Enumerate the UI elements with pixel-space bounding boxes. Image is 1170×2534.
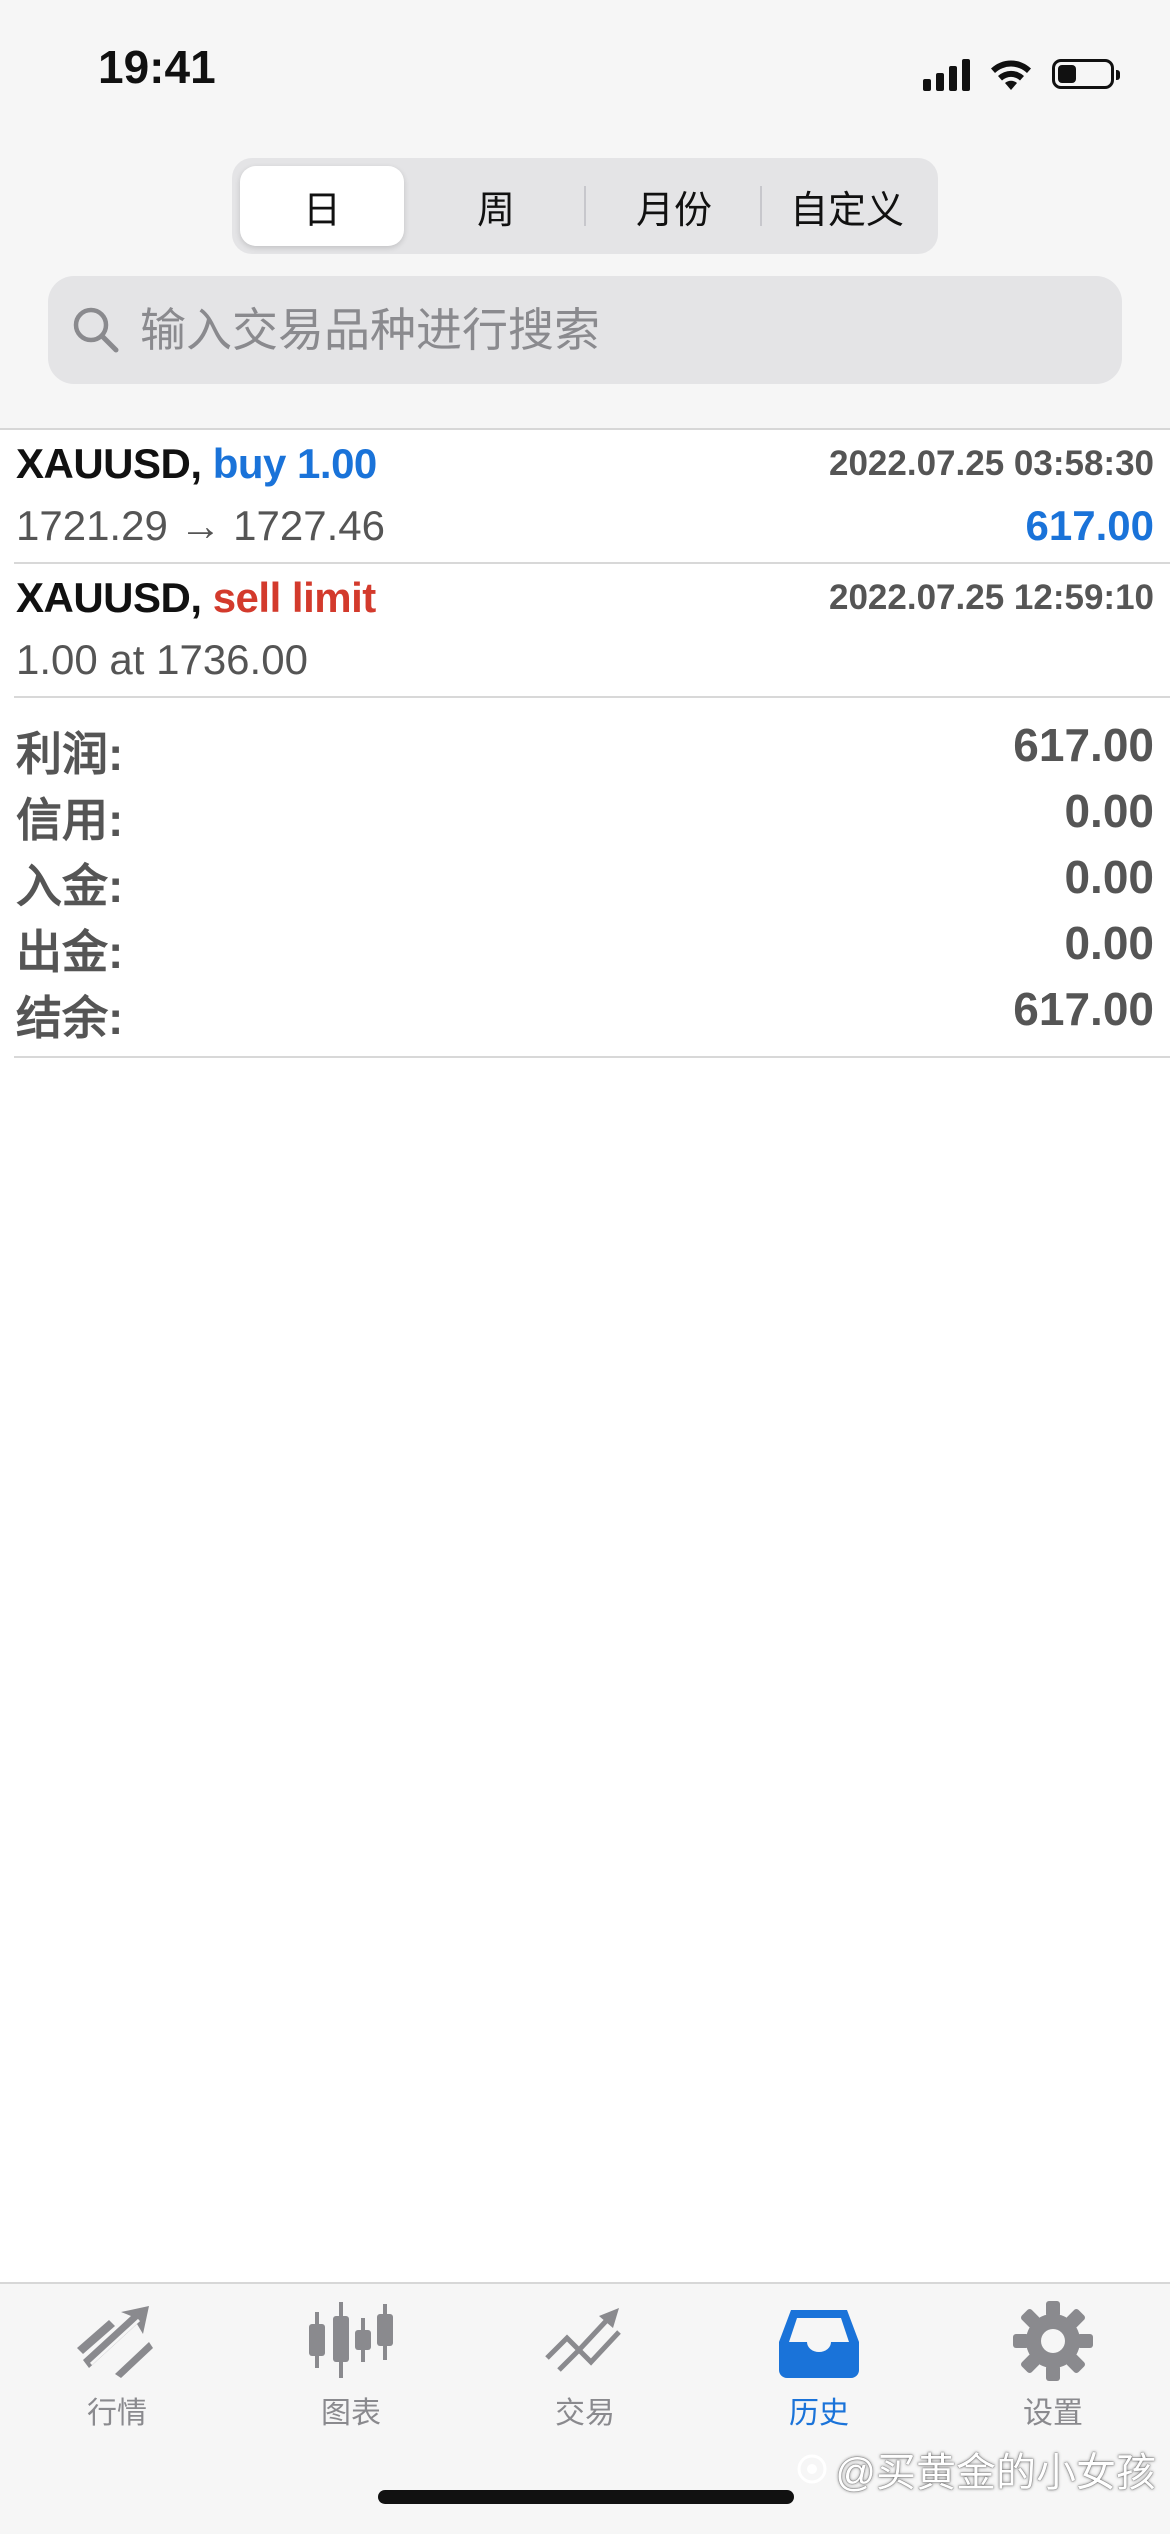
- history-icon: [779, 2310, 859, 2378]
- tab-quotes[interactable]: 行情: [0, 2298, 234, 2448]
- trade-icon: [545, 2308, 621, 2372]
- trade-side: buy 1.00: [212, 440, 378, 487]
- tab-label: 行情: [87, 2397, 147, 2430]
- summary-divider: [14, 1056, 1170, 1058]
- trade-profit: 617.00: [1025, 502, 1154, 549]
- tab-week[interactable]: 周: [412, 166, 580, 246]
- summary-label: 利润:: [16, 728, 124, 780]
- tab-day[interactable]: 日: [240, 166, 404, 246]
- trade-symbol: XAUUSD,: [16, 574, 202, 621]
- row-divider: [14, 696, 1170, 698]
- summary-value: 617.00: [1013, 983, 1154, 1035]
- summary-row-credit: 信用: 0.00: [0, 784, 1170, 850]
- summary-label: 信用:: [16, 794, 124, 846]
- summary-value: 617.00: [1013, 719, 1154, 771]
- status-time: 19:41: [98, 41, 216, 93]
- trade-symbol-line: XAUUSD, buy 1.00: [16, 440, 377, 488]
- summary-value: 0.00: [1064, 917, 1154, 969]
- trade-symbol-line: XAUUSD, sell limit: [16, 574, 376, 622]
- trade-symbol: XAUUSD,: [16, 440, 202, 487]
- trade-detail: 1.00 at 1736.00: [16, 636, 308, 683]
- trade-side: sell limit: [212, 574, 377, 621]
- summary-row-balance: 结余: 617.00: [0, 982, 1170, 1048]
- trade-detail: 1721.29 → 1727.46: [16, 502, 385, 549]
- search-icon: [73, 307, 119, 353]
- wifi-icon: [991, 60, 1031, 90]
- summary-label: 入金:: [16, 860, 124, 912]
- home-indicator[interactable]: [378, 2490, 794, 2504]
- segment-divider: [760, 186, 762, 226]
- watermark-text: @买黄金的小女孩: [835, 2451, 1156, 2495]
- trade-row[interactable]: XAUUSD, sell limit 2022.07.25 12:59:10 1…: [0, 564, 1170, 698]
- summary-label: 出金:: [16, 926, 124, 978]
- tab-history[interactable]: 历史: [702, 2298, 936, 2448]
- tab-label: 图表: [321, 2397, 381, 2430]
- search-bar[interactable]: [48, 276, 1122, 384]
- search-input[interactable]: [138, 302, 1042, 358]
- tab-settings[interactable]: 设置: [936, 2298, 1170, 2448]
- tab-trade[interactable]: 交易: [468, 2298, 702, 2448]
- trade-datetime: 2022.07.25 03:58:30: [829, 444, 1154, 483]
- trade-row[interactable]: XAUUSD, buy 1.00 2022.07.25 03:58:30 172…: [0, 430, 1170, 564]
- tab-chart[interactable]: 图表: [234, 2298, 468, 2448]
- header-area: 19:41 日 周 月份 自定义: [0, 0, 1170, 430]
- summary-label: 结余:: [16, 992, 124, 1044]
- summary-row-profit: 利润: 617.00: [0, 718, 1170, 784]
- summary-row-deposit: 入金: 0.00: [0, 850, 1170, 916]
- weibo-logo-icon: [797, 2454, 827, 2484]
- period-segmented-control: 日 周 月份 自定义: [232, 158, 938, 254]
- battery-icon: [1052, 59, 1120, 89]
- summary-row-withdrawal: 出金: 0.00: [0, 916, 1170, 982]
- trade-datetime: 2022.07.25 12:59:10: [829, 578, 1154, 617]
- status-icons: [923, 52, 1120, 96]
- watermark: @买黄金的小女孩: [795, 2440, 1156, 2498]
- tab-label: 交易: [555, 2397, 615, 2430]
- tab-month[interactable]: 月份: [588, 166, 760, 246]
- cellular-signal-icon: [923, 57, 970, 91]
- quotes-icon: [77, 2306, 153, 2378]
- tab-custom[interactable]: 自定义: [764, 166, 930, 246]
- summary-value: 0.00: [1064, 851, 1154, 903]
- battery-level: [1058, 65, 1076, 83]
- settings-icon: [1013, 2301, 1093, 2381]
- tab-label: 历史: [789, 2397, 849, 2430]
- segment-divider: [584, 186, 586, 226]
- tab-label: 设置: [1023, 2397, 1083, 2430]
- chart-icon: [309, 2302, 393, 2378]
- summary-value: 0.00: [1064, 785, 1154, 837]
